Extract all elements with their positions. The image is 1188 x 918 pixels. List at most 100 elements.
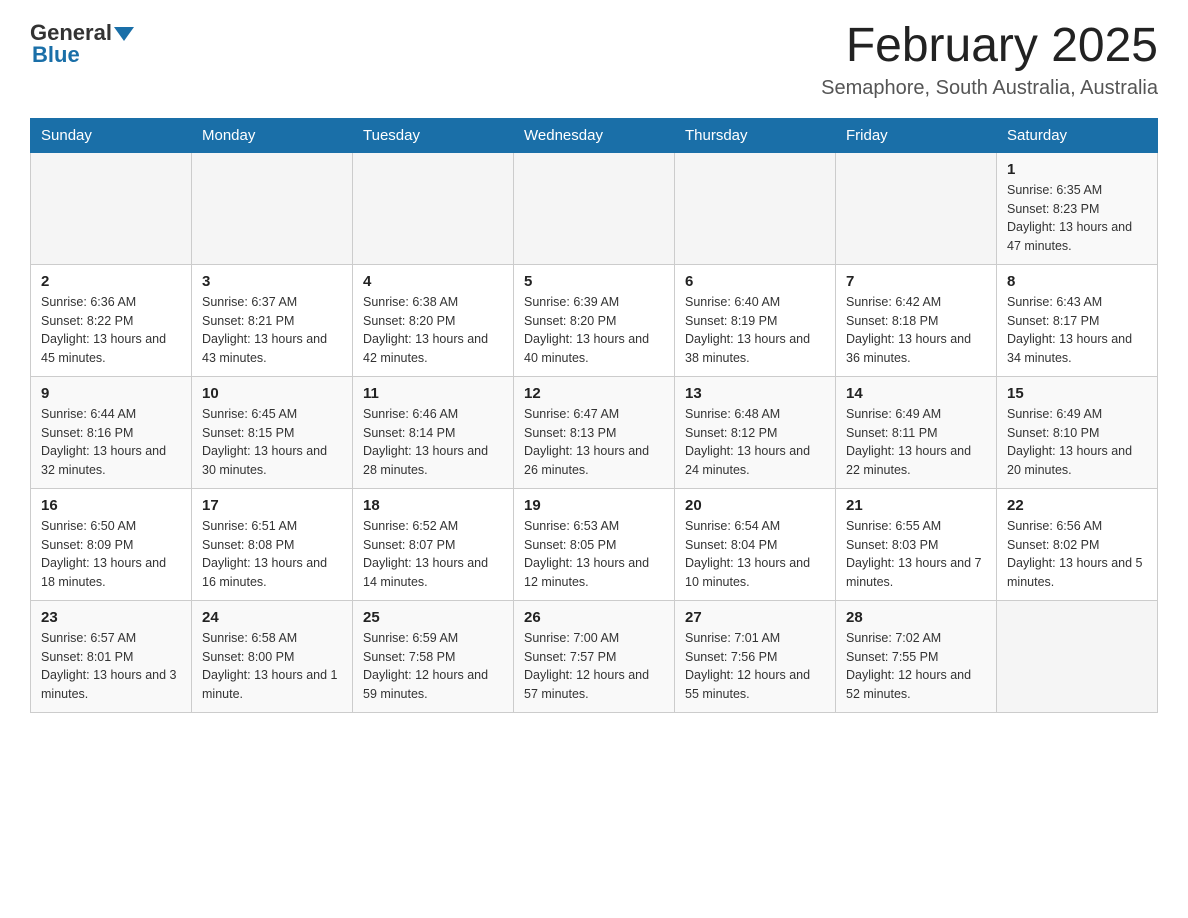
day-info: Sunrise: 7:01 AMSunset: 7:56 PMDaylight:…: [685, 629, 825, 704]
day-number: 15: [1007, 385, 1147, 402]
calendar-day-cell: 21 Sunrise: 6:55 AMSunset: 8:03 PMDayligh…: [836, 488, 997, 600]
day-number: 21: [846, 497, 986, 514]
day-number: 6: [685, 273, 825, 290]
logo-arrow-icon: [114, 27, 134, 41]
day-number: 4: [363, 273, 503, 290]
location-title: Semaphore, South Australia, Australia: [821, 77, 1158, 100]
day-number: 25: [363, 609, 503, 626]
logo: General Blue: [30, 20, 134, 68]
day-info: Sunrise: 6:57 AMSunset: 8:01 PMDaylight:…: [41, 629, 181, 704]
calendar-day-cell: [836, 152, 997, 264]
day-info: Sunrise: 6:53 AMSunset: 8:05 PMDaylight:…: [524, 517, 664, 592]
calendar-header-tuesday: Tuesday: [353, 118, 514, 152]
logo-blue: Blue: [30, 42, 80, 68]
day-number: 2: [41, 273, 181, 290]
calendar-day-cell: [192, 152, 353, 264]
day-info: Sunrise: 6:44 AMSunset: 8:16 PMDaylight:…: [41, 405, 181, 480]
calendar-week-row: 1 Sunrise: 6:35 AMSunset: 8:23 PMDaylight…: [31, 152, 1158, 264]
day-info: Sunrise: 6:42 AMSunset: 8:18 PMDaylight:…: [846, 293, 986, 368]
calendar-day-cell: 25 Sunrise: 6:59 AMSunset: 7:58 PMDayligh…: [353, 600, 514, 712]
calendar-day-cell: 2 Sunrise: 6:36 AMSunset: 8:22 PMDaylight…: [31, 264, 192, 376]
day-number: 3: [202, 273, 342, 290]
day-number: 24: [202, 609, 342, 626]
day-number: 18: [363, 497, 503, 514]
calendar-day-cell: 8 Sunrise: 6:43 AMSunset: 8:17 PMDaylight…: [997, 264, 1158, 376]
day-info: Sunrise: 6:54 AMSunset: 8:04 PMDaylight:…: [685, 517, 825, 592]
calendar-day-cell: 27 Sunrise: 7:01 AMSunset: 7:56 PMDayligh…: [675, 600, 836, 712]
day-info: Sunrise: 6:36 AMSunset: 8:22 PMDaylight:…: [41, 293, 181, 368]
day-info: Sunrise: 6:56 AMSunset: 8:02 PMDaylight:…: [1007, 517, 1147, 592]
calendar-day-cell: 9 Sunrise: 6:44 AMSunset: 8:16 PMDaylight…: [31, 376, 192, 488]
day-number: 5: [524, 273, 664, 290]
day-number: 13: [685, 385, 825, 402]
calendar-header-friday: Friday: [836, 118, 997, 152]
day-info: Sunrise: 6:40 AMSunset: 8:19 PMDaylight:…: [685, 293, 825, 368]
day-info: Sunrise: 7:00 AMSunset: 7:57 PMDaylight:…: [524, 629, 664, 704]
day-info: Sunrise: 6:51 AMSunset: 8:08 PMDaylight:…: [202, 517, 342, 592]
day-info: Sunrise: 6:35 AMSunset: 8:23 PMDaylight:…: [1007, 181, 1147, 256]
day-number: 1: [1007, 161, 1147, 178]
calendar-day-cell: [353, 152, 514, 264]
calendar-day-cell: [31, 152, 192, 264]
day-info: Sunrise: 6:59 AMSunset: 7:58 PMDaylight:…: [363, 629, 503, 704]
day-number: 10: [202, 385, 342, 402]
calendar-header-row: SundayMondayTuesdayWednesdayThursdayFrid…: [31, 118, 1158, 152]
calendar-day-cell: 28Sunrise: 7:02 AMSunset: 7:55 PMDayligh…: [836, 600, 997, 712]
day-number: 8: [1007, 273, 1147, 290]
calendar-header-saturday: Saturday: [997, 118, 1158, 152]
calendar-day-cell: 5 Sunrise: 6:39 AMSunset: 8:20 PMDaylight…: [514, 264, 675, 376]
calendar-day-cell: 14Sunrise: 6:49 AMSunset: 8:11 PMDayligh…: [836, 376, 997, 488]
calendar-day-cell: [514, 152, 675, 264]
day-number: 17: [202, 497, 342, 514]
calendar-day-cell: 24 Sunrise: 6:58 AMSunset: 8:00 PMDayligh…: [192, 600, 353, 712]
day-info: Sunrise: 6:55 AMSunset: 8:03 PMDaylight:…: [846, 517, 986, 592]
calendar-day-cell: 26 Sunrise: 7:00 AMSunset: 7:57 PMDayligh…: [514, 600, 675, 712]
calendar-table: SundayMondayTuesdayWednesdayThursdayFrid…: [30, 118, 1158, 713]
day-info: Sunrise: 6:58 AMSunset: 8:00 PMDaylight:…: [202, 629, 342, 704]
day-info: Sunrise: 6:48 AMSunset: 8:12 PMDaylight:…: [685, 405, 825, 480]
calendar-day-cell: 16Sunrise: 6:50 AMSunset: 8:09 PMDayligh…: [31, 488, 192, 600]
calendar-day-cell: 20 Sunrise: 6:54 AMSunset: 8:04 PMDayligh…: [675, 488, 836, 600]
day-number: 22: [1007, 497, 1147, 514]
day-number: 9: [41, 385, 181, 402]
calendar-day-cell: 18 Sunrise: 6:52 AMSunset: 8:07 PMDayligh…: [353, 488, 514, 600]
calendar-day-cell: 19 Sunrise: 6:53 AMSunset: 8:05 PMDayligh…: [514, 488, 675, 600]
day-number: 14: [846, 385, 986, 402]
day-info: Sunrise: 6:43 AMSunset: 8:17 PMDaylight:…: [1007, 293, 1147, 368]
calendar-day-cell: 12Sunrise: 6:47 AMSunset: 8:13 PMDayligh…: [514, 376, 675, 488]
calendar-day-cell: 23 Sunrise: 6:57 AMSunset: 8:01 PMDayligh…: [31, 600, 192, 712]
day-number: 23: [41, 609, 181, 626]
day-number: 28: [846, 609, 986, 626]
calendar-header-wednesday: Wednesday: [514, 118, 675, 152]
calendar-day-cell: 22 Sunrise: 6:56 AMSunset: 8:02 PMDayligh…: [997, 488, 1158, 600]
day-info: Sunrise: 6:52 AMSunset: 8:07 PMDaylight:…: [363, 517, 503, 592]
calendar-day-cell: 10Sunrise: 6:45 AMSunset: 8:15 PMDayligh…: [192, 376, 353, 488]
calendar-header-monday: Monday: [192, 118, 353, 152]
calendar-day-cell: 7 Sunrise: 6:42 AMSunset: 8:18 PMDaylight…: [836, 264, 997, 376]
calendar-header-thursday: Thursday: [675, 118, 836, 152]
month-title: February 2025: [821, 20, 1158, 73]
calendar-day-cell: 17 Sunrise: 6:51 AMSunset: 8:08 PMDayligh…: [192, 488, 353, 600]
calendar-day-cell: 6 Sunrise: 6:40 AMSunset: 8:19 PMDaylight…: [675, 264, 836, 376]
calendar-week-row: 16Sunrise: 6:50 AMSunset: 8:09 PMDayligh…: [31, 488, 1158, 600]
day-number: 12: [524, 385, 664, 402]
day-number: 19: [524, 497, 664, 514]
calendar-day-cell: 13 Sunrise: 6:48 AMSunset: 8:12 PMDayligh…: [675, 376, 836, 488]
day-info: Sunrise: 6:50 AMSunset: 8:09 PMDaylight:…: [41, 517, 181, 592]
calendar-header-sunday: Sunday: [31, 118, 192, 152]
day-info: Sunrise: 6:39 AMSunset: 8:20 PMDaylight:…: [524, 293, 664, 368]
calendar-day-cell: [997, 600, 1158, 712]
calendar-day-cell: 4 Sunrise: 6:38 AMSunset: 8:20 PMDaylight…: [353, 264, 514, 376]
day-info: Sunrise: 6:38 AMSunset: 8:20 PMDaylight:…: [363, 293, 503, 368]
calendar-week-row: 2 Sunrise: 6:36 AMSunset: 8:22 PMDaylight…: [31, 264, 1158, 376]
day-number: 20: [685, 497, 825, 514]
calendar-week-row: 9 Sunrise: 6:44 AMSunset: 8:16 PMDaylight…: [31, 376, 1158, 488]
calendar-day-cell: [675, 152, 836, 264]
day-info: Sunrise: 6:46 AMSunset: 8:14 PMDaylight:…: [363, 405, 503, 480]
calendar-day-cell: 3Sunrise: 6:37 AMSunset: 8:21 PMDaylight…: [192, 264, 353, 376]
day-number: 27: [685, 609, 825, 626]
title-area: February 2025 Semaphore, South Australia…: [821, 20, 1158, 100]
day-number: 7: [846, 273, 986, 290]
day-number: 26: [524, 609, 664, 626]
calendar-day-cell: 11Sunrise: 6:46 AMSunset: 8:14 PMDayligh…: [353, 376, 514, 488]
